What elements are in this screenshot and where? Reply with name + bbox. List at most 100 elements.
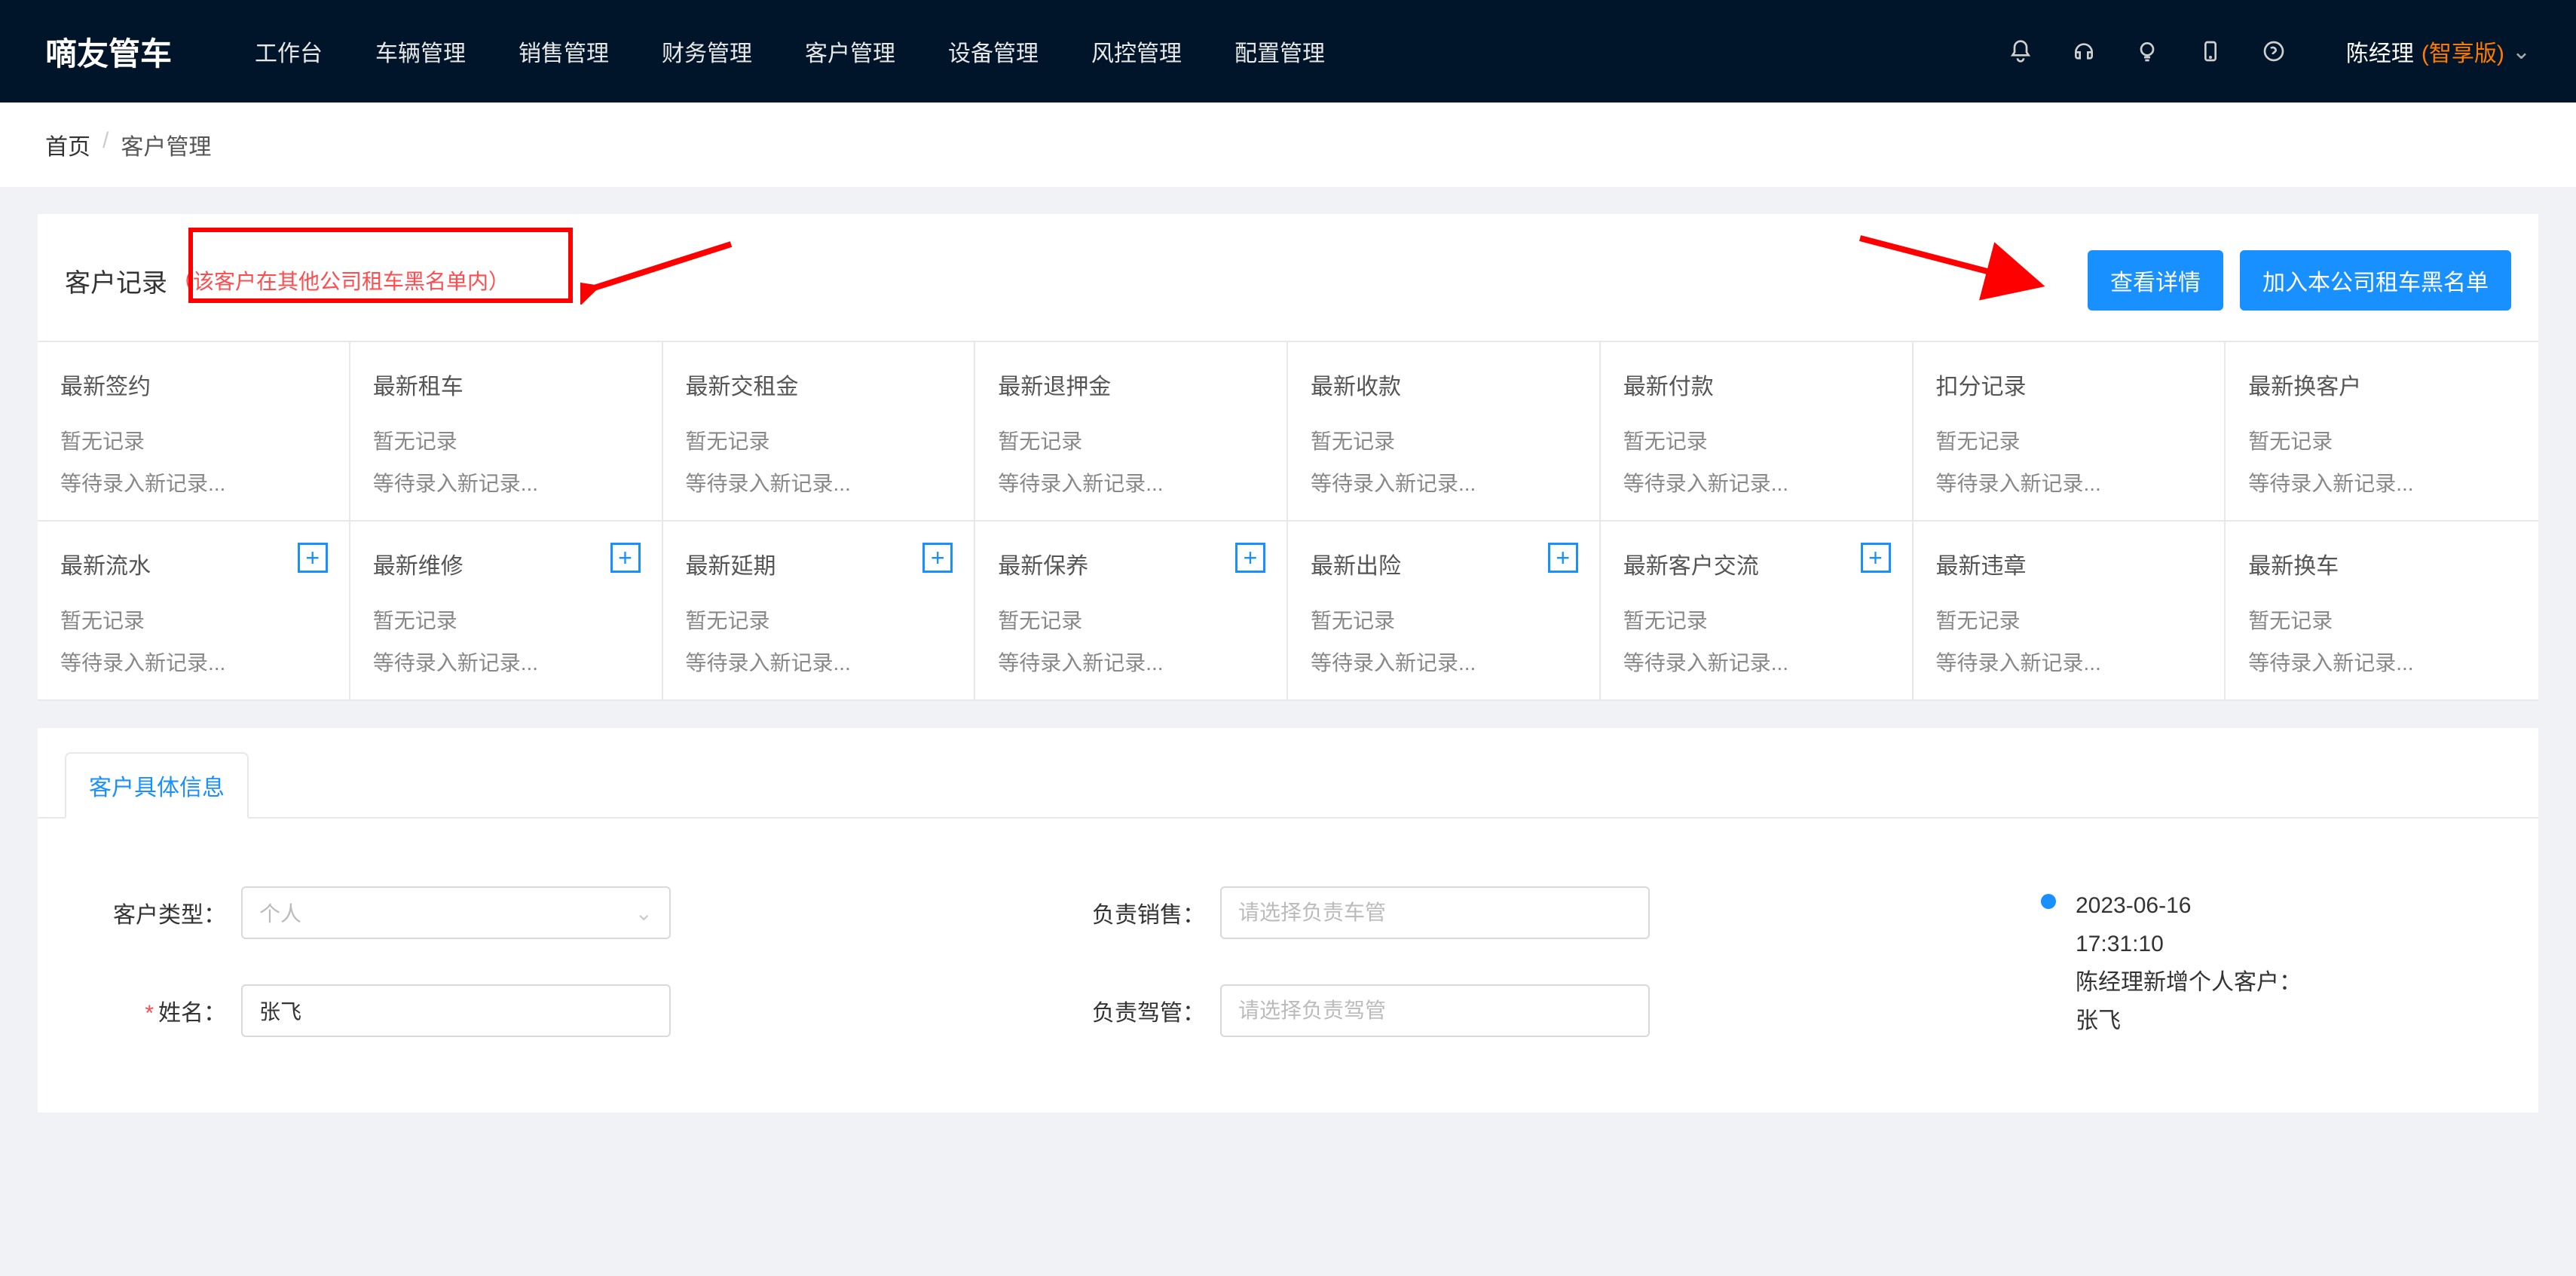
row-customer-type: 客户类型： 个人 ⌄ <box>83 886 1032 939</box>
nav-customer[interactable]: 客户管理 <box>805 35 895 68</box>
records-title: 客户记录 <box>65 262 167 299</box>
record-cell-title: 最新违章 <box>1936 547 2202 580</box>
label-sales: 负责销售： <box>1062 896 1205 929</box>
form-col-left: 客户类型： 个人 ⌄ *姓名： <box>83 886 1032 1082</box>
nav-vehicle[interactable]: 车辆管理 <box>375 35 466 68</box>
records-panel: 客户记录 （该客户在其他公司租车黑名单内） 查看详情 加入本公司租车黑名单 最新… <box>38 214 2538 701</box>
record-cell-title: 最新收款 <box>1311 368 1577 401</box>
record-cell[interactable]: 最新出险+ 暂无记录等待录入新记录... <box>1288 522 1601 701</box>
record-wait-text: 等待录入新记录... <box>373 647 639 677</box>
record-cell[interactable]: 最新收款暂无记录等待录入新记录... <box>1288 342 1601 522</box>
record-empty-text: 暂无记录 <box>1311 604 1577 635</box>
record-cell[interactable]: 最新违章暂无记录等待录入新记录... <box>1914 522 2226 701</box>
view-detail-button[interactable]: 查看详情 <box>2088 250 2223 311</box>
record-cell[interactable]: 最新退押金暂无记录等待录入新记录... <box>975 342 1288 522</box>
record-cell[interactable]: 最新换车暂无记录等待录入新记录... <box>2226 522 2538 701</box>
record-wait-text: 等待录入新记录... <box>1936 467 2202 497</box>
form-area: 客户类型： 个人 ⌄ *姓名： 负责销售： 负责驾管： <box>38 819 2538 1112</box>
record-cell-title: 最新客户交流 <box>1623 547 1889 580</box>
record-cell[interactable]: 最新客户交流+ 暂无记录等待录入新记录... <box>1601 522 1914 701</box>
record-cell[interactable]: 最新流水+暂无记录等待录入新记录... <box>38 522 350 701</box>
timeline-line1: 陈经理新增个人客户： <box>2076 963 2302 1002</box>
record-wait-text: 等待录入新记录... <box>1623 647 1889 677</box>
nav-device[interactable]: 设备管理 <box>948 35 1039 68</box>
record-cell-title: 最新租车 <box>373 368 639 401</box>
headset-icon[interactable] <box>2070 38 2097 65</box>
record-cell[interactable]: 最新换客户暂无记录等待录入新记录... <box>2226 342 2538 522</box>
bulb-icon[interactable] <box>2134 38 2161 65</box>
record-empty-text: 暂无记录 <box>1311 425 1577 455</box>
select-customer-type-value: 个人 <box>259 898 301 928</box>
record-cell-title: 最新延期 <box>686 547 952 580</box>
bell-icon[interactable] <box>2007 38 2034 65</box>
record-cell-title: 最新维修 <box>373 547 639 580</box>
add-blacklist-button[interactable]: 加入本公司租车黑名单 <box>2240 250 2511 311</box>
record-cell-title: 最新流水 <box>60 547 326 580</box>
chevron-down-icon: ⌄ <box>635 901 653 926</box>
record-wait-text: 等待录入新记录... <box>373 467 639 497</box>
input-sales[interactable] <box>1220 886 1650 939</box>
add-record-button[interactable]: + <box>922 543 953 573</box>
record-wait-text: 等待录入新记录... <box>2248 467 2516 497</box>
user-menu[interactable]: 陈经理 (智享版) ⌄ <box>2346 35 2531 68</box>
record-empty-text: 暂无记录 <box>686 425 952 455</box>
record-wait-text: 等待录入新记录... <box>1311 467 1577 497</box>
record-empty-text: 暂无记录 <box>1936 425 2202 455</box>
record-empty-text: 暂无记录 <box>2248 425 2516 455</box>
record-cell-title: 扣分记录 <box>1936 368 2202 401</box>
tab-customer-info[interactable]: 客户具体信息 <box>65 752 249 819</box>
nav-finance[interactable]: 财务管理 <box>662 35 752 68</box>
detail-panel: 客户具体信息 客户类型： 个人 ⌄ *姓名： 负责销售： 负责驾管： <box>38 728 2538 1112</box>
record-empty-text: 暂无记录 <box>373 604 639 635</box>
input-name[interactable] <box>241 984 671 1037</box>
record-wait-text: 等待录入新记录... <box>2248 647 2516 677</box>
record-wait-text: 等待录入新记录... <box>1311 647 1577 677</box>
add-record-button[interactable]: + <box>298 543 328 573</box>
record-wait-text: 等待录入新记录... <box>686 647 952 677</box>
record-empty-text: 暂无记录 <box>2248 604 2516 635</box>
record-cell[interactable]: 最新延期+ 暂无记录等待录入新记录... <box>663 522 976 701</box>
mobile-icon[interactable] <box>2197 38 2224 65</box>
record-cell[interactable]: 最新租车暂无记录等待录入新记录... <box>350 342 663 522</box>
record-cell[interactable]: 最新付款暂无记录等待录入新记录... <box>1601 342 1914 522</box>
breadcrumb: 首页 / 客户管理 <box>0 103 2576 187</box>
record-empty-text: 暂无记录 <box>1623 425 1889 455</box>
record-empty-text: 暂无记录 <box>686 604 952 635</box>
record-wait-text: 等待录入新记录... <box>1623 467 1889 497</box>
record-wait-text: 等待录入新记录... <box>1936 647 2202 677</box>
help-icon[interactable] <box>2260 38 2287 65</box>
annotation-arrow-right <box>1852 231 2048 306</box>
nav-items: 工作台 车辆管理 销售管理 财务管理 客户管理 设备管理 风控管理 配置管理 <box>255 35 2007 68</box>
label-driver: 负责驾管： <box>1062 994 1205 1027</box>
record-cell[interactable]: 最新保养+暂无记录等待录入新记录... <box>975 522 1288 701</box>
record-cell[interactable]: 扣分记录暂无记录等待录入新记录... <box>1914 342 2226 522</box>
crumb-home[interactable]: 首页 <box>45 128 90 161</box>
add-record-button[interactable]: + <box>1548 543 1578 573</box>
chevron-down-icon: ⌄ <box>2512 38 2531 65</box>
annotation-arrow-left <box>580 237 746 304</box>
record-empty-text: 暂无记录 <box>998 604 1264 635</box>
record-empty-text: 暂无记录 <box>1623 604 1889 635</box>
nav-sales[interactable]: 销售管理 <box>519 35 609 68</box>
add-record-button[interactable]: + <box>610 543 641 573</box>
input-driver[interactable] <box>1220 984 1650 1037</box>
timeline-date: 2023-06-16 <box>2076 886 2302 925</box>
nav-workbench[interactable]: 工作台 <box>255 35 323 68</box>
record-cell[interactable]: 最新维修+ 暂无记录等待录入新记录... <box>350 522 663 701</box>
record-wait-text: 等待录入新记录... <box>998 467 1264 497</box>
timeline: 2023-06-16 17:31:10 陈经理新增个人客户： 张飞 <box>2041 886 2493 1082</box>
nav-config[interactable]: 配置管理 <box>1234 35 1325 68</box>
crumb-current: 客户管理 <box>121 128 211 161</box>
add-record-button[interactable]: + <box>1235 543 1265 573</box>
nav-risk[interactable]: 风控管理 <box>1091 35 1182 68</box>
record-empty-text: 暂无记录 <box>60 425 326 455</box>
user-version: (智享版) <box>2422 35 2504 68</box>
timeline-dot-icon <box>2041 894 2056 909</box>
record-cell-title: 最新出险 <box>1311 547 1577 580</box>
record-cell[interactable]: 最新签约暂无记录等待录入新记录... <box>38 342 350 522</box>
select-customer-type[interactable]: 个人 ⌄ <box>241 886 671 939</box>
record-cell[interactable]: 最新交租金暂无记录等待录入新记录... <box>663 342 976 522</box>
record-empty-text: 暂无记录 <box>373 425 639 455</box>
add-record-button[interactable]: + <box>1861 543 1891 573</box>
row-driver: 负责驾管： <box>1062 984 2011 1037</box>
